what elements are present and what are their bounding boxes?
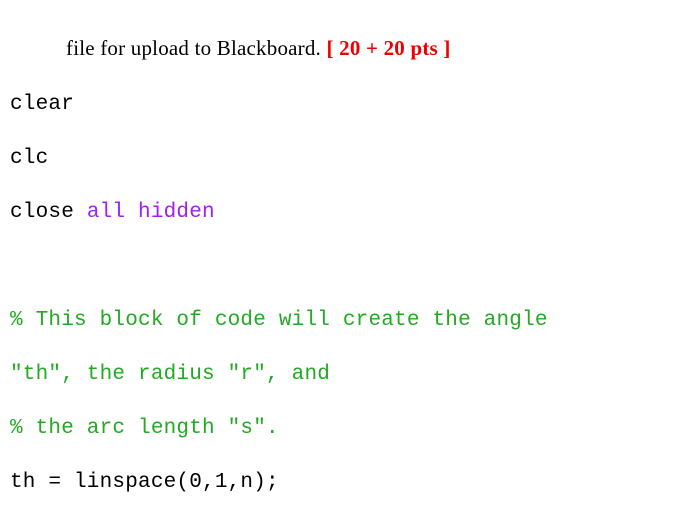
code-line: close all hidden — [10, 199, 700, 226]
code-text: close — [10, 201, 87, 224]
code-line: clc — [10, 145, 700, 172]
points-bracket-close: ] — [438, 36, 451, 60]
code-line: clear — [10, 91, 700, 118]
points-bracket-open: [ — [326, 36, 339, 60]
keyword: all hidden — [87, 201, 215, 224]
comment-line: % This block of code will create the ang… — [10, 307, 700, 334]
code-line: th = linspace(0,1,n); — [10, 469, 700, 496]
blank-line — [10, 253, 700, 280]
document-page: file for upload to Blackboard. [ 20 + 20… — [0, 0, 700, 515]
comment-line: % the arc length "s". — [10, 415, 700, 442]
instruction-text: file for upload to Blackboard. — [66, 36, 326, 60]
instruction-line: file for upload to Blackboard. [ 20 + 20… — [10, 35, 700, 62]
points-value: 20 + 20 pts — [339, 36, 438, 60]
comment-line: "th", the radius "r", and — [10, 361, 700, 388]
